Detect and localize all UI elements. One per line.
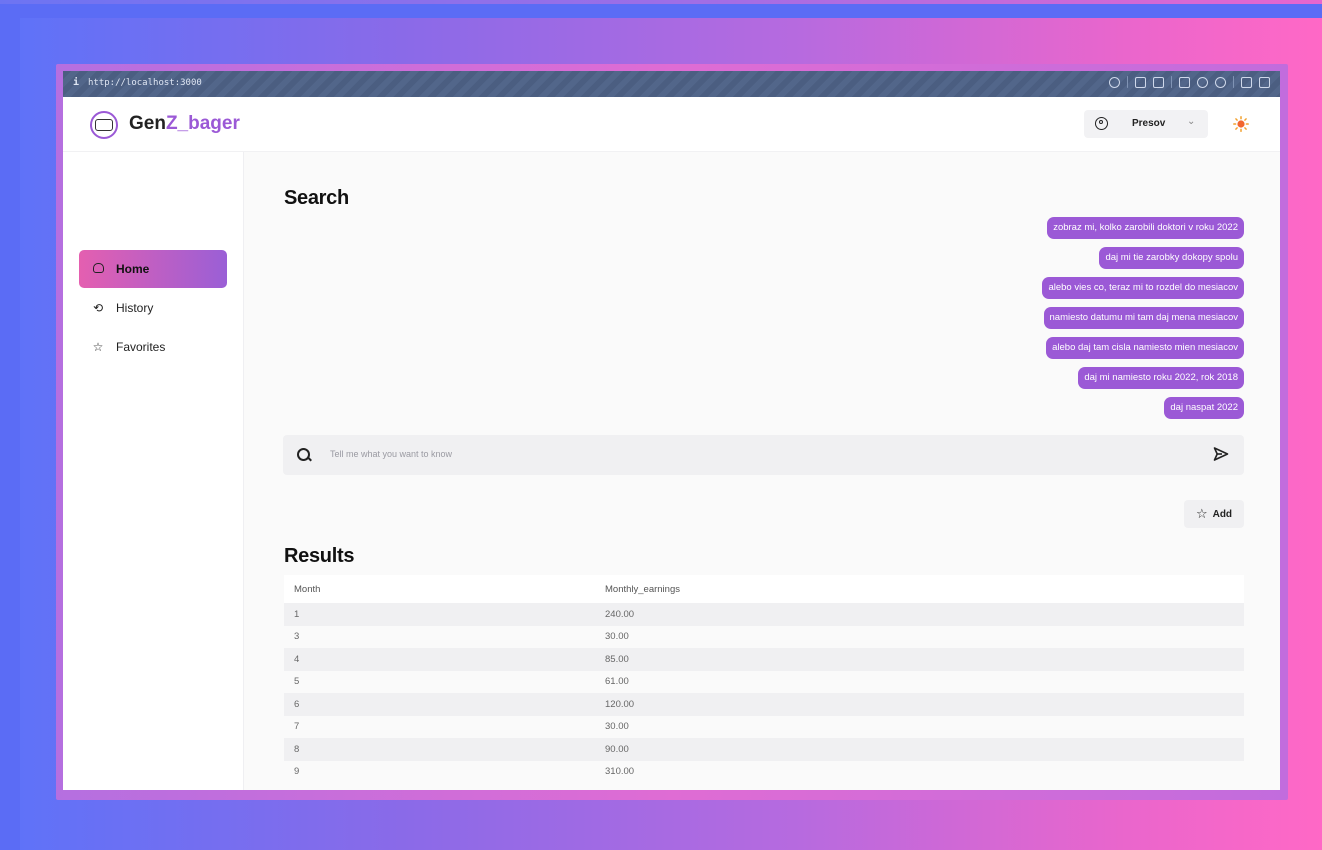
table-cell: 6 [294, 698, 300, 710]
app-window: GenZ_bager Presov ⌄ Home ⟲ History ☆ Fav… [63, 97, 1280, 790]
search-placeholder: Tell me what you want to know [330, 449, 453, 459]
search-icon [297, 448, 310, 461]
history-icon: ⟲ [92, 301, 104, 315]
star-icon: ☆ [1195, 506, 1208, 521]
url-text[interactable]: http://localhost:3000 [88, 78, 202, 88]
add-label: Add [1212, 508, 1233, 520]
table-cell: 310.00 [605, 766, 635, 778]
table-cell: 30.00 [605, 631, 629, 643]
sidebar-item-label: Favorites [116, 340, 166, 354]
brand-suffix: Z_bager [165, 113, 240, 134]
city-label: Presov [1132, 118, 1166, 129]
query-chip[interactable]: daj naspat 2022 [1164, 397, 1244, 419]
table-row: 9 310.00 [284, 760, 1244, 783]
browser-address-bar: i http://localhost:3000 [63, 71, 1280, 97]
table-cell: 85.00 [605, 653, 629, 665]
chevron-down-icon: ⌄ [1187, 116, 1196, 127]
separator [1171, 76, 1172, 88]
query-chip[interactable]: namiesto datumu mi tam daj mena mesiacov [1043, 307, 1244, 329]
table-cell: 7 [294, 721, 300, 733]
split-view-icon[interactable] [1259, 76, 1270, 88]
camera-icon[interactable] [1153, 76, 1164, 88]
table-cell: 30.00 [605, 721, 629, 733]
table-cell: 240.00 [605, 608, 635, 620]
user-icon [1095, 117, 1108, 130]
brand-prefix: Gen [129, 113, 166, 134]
screenshot-icon[interactable] [1135, 76, 1146, 88]
table-body: 1 240.00 3 30.00 4 85.00 5 61.00 6 120.00 7 30… [284, 603, 1244, 783]
table-cell: 61.00 [605, 676, 629, 688]
sidebar: Home ⟲ History ☆ Favorites [63, 152, 244, 790]
browser-toolbar [1109, 76, 1270, 88]
column-header: Monthly_earnings [605, 583, 680, 595]
sidebar-item-history[interactable]: ⟲ History [79, 289, 227, 327]
table-cell: 4 [294, 653, 300, 665]
table-cell: 1 [294, 608, 300, 620]
separator [1127, 76, 1128, 88]
query-chip[interactable]: alebo vies co, teraz mi to rozdel do mes… [1042, 277, 1244, 299]
query-history: zobraz mi, kolko zarobili doktori v roku… [1042, 217, 1244, 419]
table-cell: 5 [294, 676, 300, 688]
table-cell: 3 [294, 631, 300, 643]
results-table: Month Monthly_earnings 1 240.00 3 30.00 48… [284, 575, 1244, 783]
main-content: Search zobraz mi, kolko zarobili doktori… [244, 152, 1280, 790]
table-cell: 90.00 [605, 743, 629, 755]
top-bar: GenZ_bager Presov ⌄ [63, 97, 1280, 152]
query-chip[interactable]: daj mi tie zarobky dokopy spolu [1099, 247, 1244, 269]
table-row: 4 85.00 [284, 648, 1244, 671]
code-icon[interactable] [1241, 76, 1252, 88]
table-cell: 120.00 [605, 698, 635, 710]
query-chip[interactable]: alebo daj tam cisla namiesto mien mesiac… [1046, 337, 1244, 359]
table-header: Month Monthly_earnings [284, 575, 1244, 603]
results-title: Results [284, 545, 355, 567]
info-icon[interactable]: i [73, 77, 79, 88]
query-chip[interactable]: daj mi namiesto roku 2022, rok 2018 [1078, 367, 1244, 389]
terminal-icon[interactable] [1179, 76, 1190, 88]
table-cell: 9 [294, 766, 300, 778]
table-row: 5 61.00 [284, 670, 1244, 693]
table-row: 7 30.00 [284, 715, 1244, 738]
send-icon[interactable] [1212, 445, 1230, 463]
sidebar-item-label: History [116, 301, 154, 315]
logo-icon[interactable] [90, 111, 118, 139]
query-chip[interactable]: zobraz mi, kolko zarobili doktori v roku… [1047, 217, 1244, 239]
brand-name[interactable]: GenZ_bager [129, 113, 240, 135]
table-row: 6 120.00 [284, 693, 1244, 716]
globe-icon[interactable] [1197, 76, 1208, 88]
link-icon[interactable] [1109, 76, 1120, 88]
search-title: Search [284, 187, 349, 209]
crosshair-icon[interactable] [1215, 76, 1226, 88]
table-cell: 8 [294, 743, 300, 755]
home-icon [90, 262, 106, 276]
city-select[interactable]: Presov ⌄ [1084, 110, 1208, 138]
column-header: Month [294, 583, 321, 595]
table-row: 3 30.00 [284, 625, 1244, 648]
search-input[interactable]: Tell me what you want to know [283, 435, 1244, 475]
separator [1233, 76, 1234, 88]
table-row: 1 240.00 [284, 603, 1244, 626]
add-favorite-button[interactable]: ☆ Add [1184, 500, 1244, 528]
sidebar-item-home[interactable]: Home [79, 250, 227, 288]
table-row: 8 90.00 [284, 738, 1244, 761]
sidebar-item-label: Home [116, 262, 150, 276]
star-icon: ☆ [92, 340, 104, 354]
background-top-strip [0, 0, 1322, 4]
sidebar-item-favorites[interactable]: ☆ Favorites [79, 328, 227, 366]
sun-icon[interactable] [1233, 116, 1249, 132]
